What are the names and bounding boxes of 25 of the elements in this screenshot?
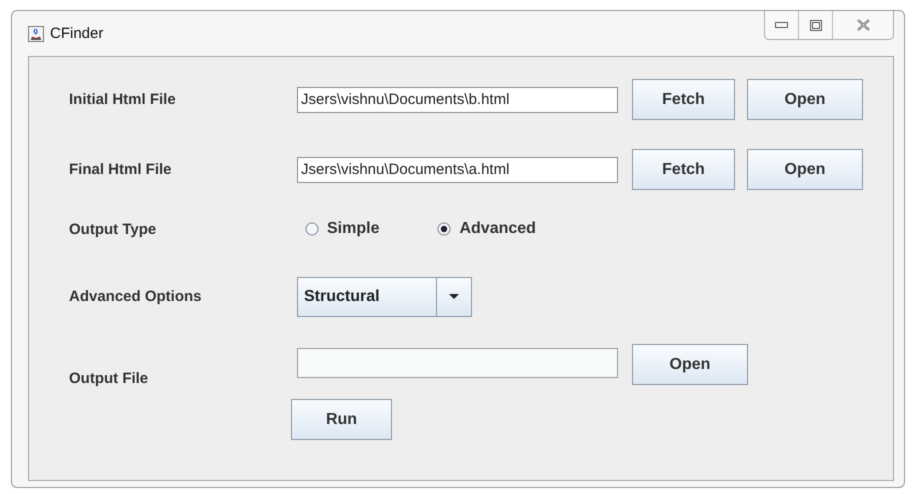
radio-label[interactable]: Simple xyxy=(327,220,380,238)
button[interactable]: Fetch xyxy=(632,79,735,120)
close-icon xyxy=(856,19,870,31)
caret-icon xyxy=(449,294,459,299)
button[interactable]: Run xyxy=(291,399,392,440)
field-label: Output Type xyxy=(69,220,158,238)
field-label: Initial Html File xyxy=(69,91,177,108)
radio-label[interactable]: Advanced xyxy=(459,220,536,238)
button[interactable]: Open xyxy=(747,79,863,120)
window-title: CFinder xyxy=(50,25,104,42)
text-field[interactable]: Jsers\vishnu\Documents\b.html xyxy=(297,86,618,112)
radio-button[interactable] xyxy=(305,222,319,236)
field-label: Final Html File xyxy=(69,161,173,178)
field-label: Advanced Options xyxy=(69,288,203,305)
field-label: Output File xyxy=(69,370,150,387)
minimize-icon xyxy=(775,22,788,28)
radio-button[interactable] xyxy=(437,222,452,236)
app-icon xyxy=(28,26,44,42)
button[interactable]: Fetch xyxy=(632,149,735,190)
text-field[interactable] xyxy=(297,348,618,378)
button[interactable]: Open xyxy=(632,344,748,385)
maximize-icon xyxy=(810,20,822,30)
button[interactable]: Open xyxy=(747,149,863,190)
dropdown[interactable]: Structural xyxy=(297,276,472,316)
text-field[interactable]: Jsers\vishnu\Documents\a.html xyxy=(297,156,618,182)
